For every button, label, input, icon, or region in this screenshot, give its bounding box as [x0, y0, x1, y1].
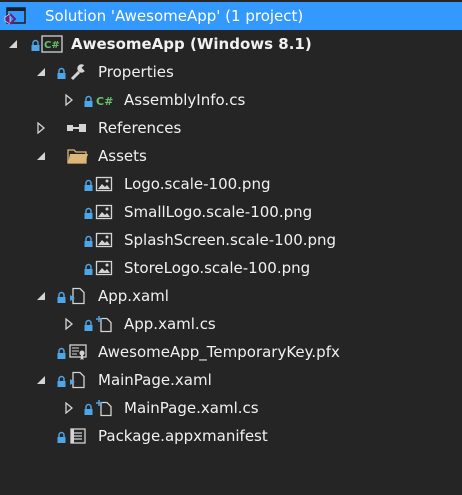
solution-node[interactable]: Solution 'AwesomeApp' (1 project): [0, 2, 462, 30]
collapsed-arrow-icon[interactable]: [62, 401, 76, 415]
solution-label: Solution 'AwesomeApp' (1 project): [45, 7, 304, 25]
item-label: Logo.scale-100.png: [124, 175, 271, 193]
properties-node[interactable]: Properties: [0, 58, 462, 86]
image-file-node[interactable]: StoreLogo.scale-100.png: [0, 254, 462, 282]
lock-icon: [84, 95, 93, 107]
lock-icon: [84, 263, 93, 275]
csharp-project-icon: C#: [41, 35, 63, 53]
image-file-node[interactable]: Logo.scale-100.png: [0, 170, 462, 198]
expanded-arrow-icon[interactable]: [34, 149, 48, 163]
xaml-file-icon: [70, 371, 85, 389]
expanded-arrow-icon[interactable]: [6, 37, 20, 51]
csharp-file-icon: C#: [96, 95, 113, 108]
image-file-node[interactable]: SplashScreen.scale-100.png: [0, 226, 462, 254]
lock-icon: [84, 179, 93, 191]
project-node[interactable]: C# AwesomeApp (Windows 8.1): [0, 30, 462, 58]
svg-text:C#: C#: [44, 40, 60, 51]
item-label: Package.appxmanifest: [98, 427, 268, 445]
lock-icon: [84, 403, 93, 415]
manifest-file-node[interactable]: Package.appxmanifest: [0, 422, 462, 450]
item-label: StoreLogo.scale-100.png: [124, 259, 311, 277]
lock-icon: [84, 207, 93, 219]
lock-icon: [57, 291, 66, 303]
image-file-icon: [95, 204, 113, 220]
code-behind-file-icon: [96, 400, 112, 417]
lock-icon: [57, 375, 66, 387]
collapsed-arrow-icon[interactable]: [34, 121, 48, 135]
image-file-node[interactable]: SmallLogo.scale-100.png: [0, 198, 462, 226]
item-label: AwesomeApp_TemporaryKey.pfx: [98, 343, 340, 361]
item-label: App.xaml.cs: [124, 315, 216, 333]
assets-node[interactable]: Assets: [0, 142, 462, 170]
certificate-icon: [69, 344, 87, 360]
item-label: MainPage.xaml.cs: [124, 399, 259, 417]
app-xaml-cs-node[interactable]: App.xaml.cs: [0, 310, 462, 338]
folder-icon: [67, 149, 88, 164]
project-label: AwesomeApp (Windows 8.1): [71, 35, 312, 53]
item-label: App.xaml: [98, 287, 169, 305]
pfx-file-node[interactable]: AwesomeApp_TemporaryKey.pfx: [0, 338, 462, 366]
item-label: SmallLogo.scale-100.png: [124, 203, 313, 221]
lock-icon: [57, 431, 66, 443]
item-label: SplashScreen.scale-100.png: [124, 231, 337, 249]
assemblyinfo-node[interactable]: C# AssemblyInfo.cs: [0, 86, 462, 114]
wrench-icon: [70, 64, 87, 81]
xaml-file-icon: [70, 287, 85, 305]
manifest-icon: [70, 428, 86, 444]
solution-explorer-tree: Solution 'AwesomeApp' (1 project) C# Awe…: [0, 0, 462, 495]
item-label: Properties: [98, 63, 174, 81]
lock-icon: [84, 319, 93, 331]
image-file-icon: [95, 176, 113, 192]
references-node[interactable]: References: [0, 114, 462, 142]
image-file-icon: [95, 232, 113, 248]
references-icon: [67, 124, 86, 132]
solution-icon: [4, 7, 26, 25]
item-label: Assets: [98, 147, 147, 165]
item-label: MainPage.xaml: [98, 371, 212, 389]
expanded-arrow-icon[interactable]: [34, 373, 48, 387]
lock-icon: [57, 347, 66, 359]
collapsed-arrow-icon[interactable]: [62, 317, 76, 331]
lock-icon: [57, 67, 66, 79]
item-label: AssemblyInfo.cs: [124, 91, 246, 109]
image-file-icon: [95, 260, 113, 276]
mainpage-xaml-cs-node[interactable]: MainPage.xaml.cs: [0, 394, 462, 422]
svg-text:C#: C#: [96, 95, 113, 108]
code-behind-file-icon: [96, 316, 112, 333]
lock-icon: [84, 235, 93, 247]
app-xaml-node[interactable]: App.xaml: [0, 282, 462, 310]
mainpage-xaml-node[interactable]: MainPage.xaml: [0, 366, 462, 394]
expanded-arrow-icon[interactable]: [34, 289, 48, 303]
expanded-arrow-icon[interactable]: [34, 65, 48, 79]
item-label: References: [98, 119, 182, 137]
collapsed-arrow-icon[interactable]: [62, 93, 76, 107]
lock-icon: [31, 39, 40, 51]
